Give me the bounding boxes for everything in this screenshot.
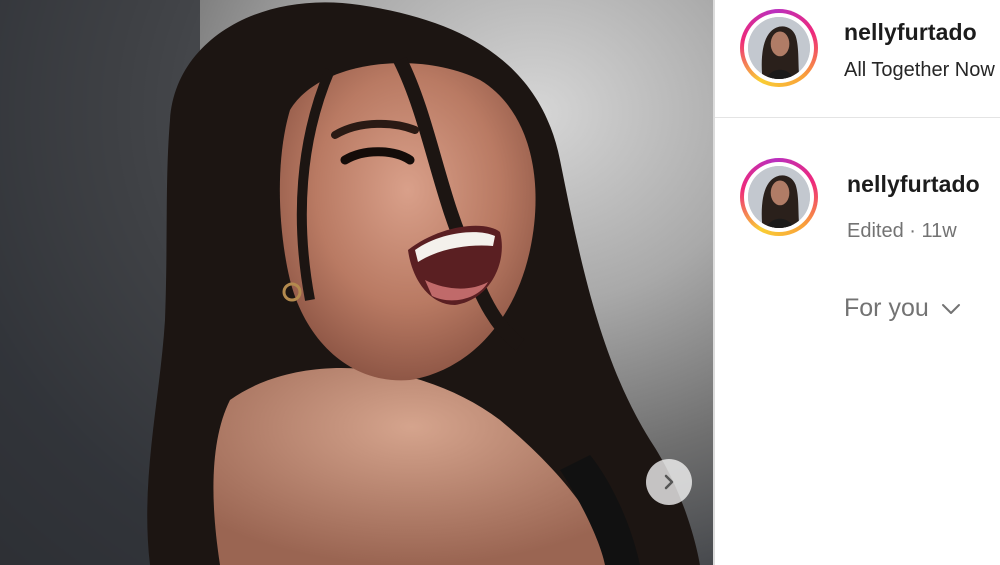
comment-sort-dropdown[interactable]: For you bbox=[844, 294, 963, 323]
post-photo bbox=[0, 0, 700, 565]
next-image-button[interactable] bbox=[646, 459, 692, 505]
story-avatar[interactable] bbox=[740, 9, 818, 87]
post-age[interactable]: 11w bbox=[922, 220, 957, 242]
avatar bbox=[748, 166, 810, 228]
chevron-down-icon bbox=[941, 303, 960, 314]
caption-username[interactable]: nellyfurtado bbox=[847, 171, 980, 198]
chevron-right-icon bbox=[664, 474, 674, 490]
post-header: nellyfurtado All Together Now bbox=[715, 0, 1000, 118]
header-username[interactable]: nellyfurtado bbox=[844, 19, 977, 46]
meta-separator: · bbox=[909, 220, 916, 242]
avatar bbox=[748, 17, 810, 79]
header-audio-title[interactable]: All Together Now bbox=[844, 59, 995, 82]
post-side-panel: nellyfurtado All Together Now nellyfurta… bbox=[715, 0, 1000, 565]
edited-label: Edited bbox=[847, 220, 904, 242]
comment-sort-label: For you bbox=[844, 294, 929, 322]
caption-meta: Edited · 11w bbox=[847, 220, 957, 243]
caption-avatar[interactable] bbox=[740, 158, 818, 236]
post-media[interactable] bbox=[0, 0, 713, 565]
